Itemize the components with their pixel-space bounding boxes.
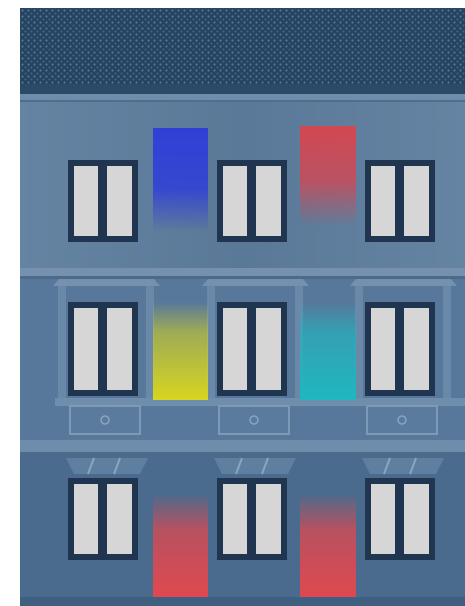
red-light-strip-lower-left — [153, 493, 208, 597]
blue-light-strip — [153, 128, 208, 232]
top-cornice — [20, 94, 465, 100]
window-cap-right-middle — [350, 279, 457, 286]
lower-window-right — [365, 478, 435, 560]
middle-window-center — [217, 302, 287, 396]
panel-ledge — [55, 398, 465, 406]
cyan-light-strip — [300, 302, 356, 400]
lower-window-left — [68, 478, 138, 560]
middle-ledge — [20, 440, 465, 452]
pilaster-right-b — [443, 286, 451, 398]
middle-window-right — [365, 302, 435, 396]
middle-window-left — [68, 302, 138, 396]
upper-window-left — [68, 160, 138, 242]
yellow-light-strip — [153, 302, 208, 400]
decorative-panel-left — [69, 405, 141, 435]
pilaster-left-a — [58, 286, 66, 398]
building-facade-svg — [0, 0, 465, 606]
upper-ledge — [20, 268, 465, 276]
facade-illustration — [0, 0, 465, 606]
red-light-strip-upper — [300, 126, 356, 226]
lower-window-center — [217, 478, 287, 560]
top-cornice-shadow — [20, 100, 465, 102]
roof-band — [20, 84, 465, 94]
decorative-panel-right — [366, 405, 438, 435]
window-cap-center-middle — [202, 279, 309, 286]
bottom-band — [20, 597, 465, 606]
window-cap-left-middle — [53, 279, 160, 286]
pilaster-center-a — [207, 286, 215, 398]
upper-window-center — [217, 160, 287, 242]
keystone-left — [66, 458, 148, 474]
decorative-panel-center — [218, 405, 290, 435]
pilaster-right-a — [355, 286, 363, 398]
middle-ledge-shadow — [20, 452, 465, 456]
upper-window-right — [365, 160, 435, 242]
red-light-strip-lower-right — [300, 493, 356, 597]
keystone-center — [214, 458, 296, 474]
upper-ledge-shadow — [20, 276, 465, 279]
keystone-right — [362, 458, 444, 474]
pilaster-left-b — [146, 286, 154, 398]
roof — [20, 8, 465, 92]
